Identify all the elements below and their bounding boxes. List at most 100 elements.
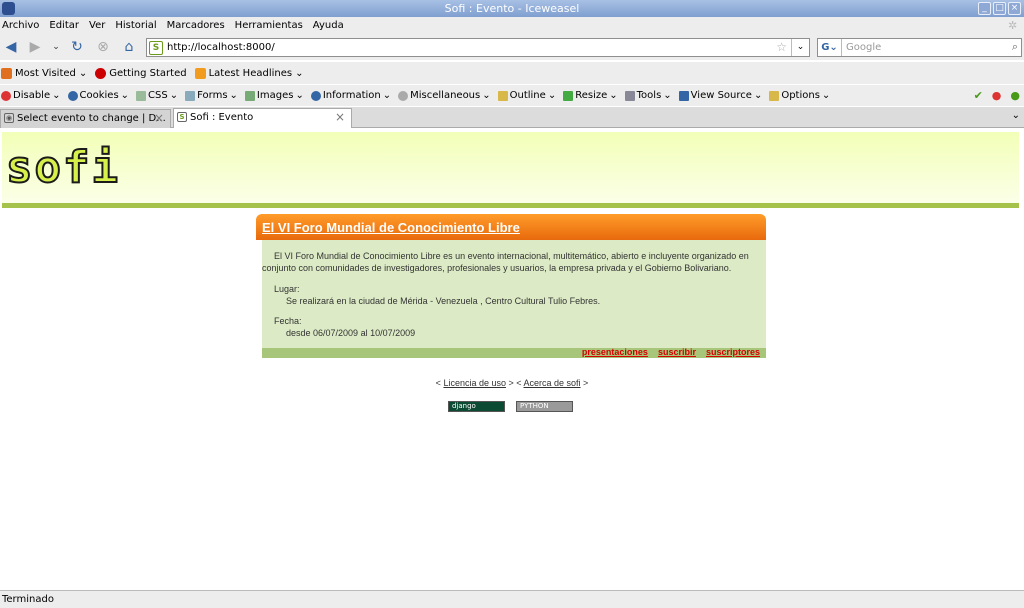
url-text[interactable]: http://localhost:8000/	[167, 42, 275, 53]
presentaciones-link[interactable]: presentaciones	[582, 347, 648, 357]
outline-pencil-icon	[497, 90, 508, 101]
webdev-disable[interactable]: Disable ⌄	[1, 90, 61, 101]
miscellaneous-icon	[398, 90, 409, 101]
bookmark-label: Latest Headlines	[208, 67, 293, 79]
webdev-label: View Source	[690, 90, 752, 101]
throbber-icon: ✲	[1008, 19, 1018, 32]
tab-favicon-icon: S	[177, 112, 187, 122]
home-icon[interactable]: ⌂	[120, 38, 138, 56]
lugar-label: Lugar:	[274, 284, 300, 294]
acerca-link[interactable]: Acerca de sofi	[524, 378, 581, 388]
licencia-link[interactable]: Licencia de uso	[443, 378, 506, 388]
rss-icon	[194, 67, 206, 79]
css-valid-check-icon[interactable]: ✔	[974, 89, 983, 102]
menu-marcadores[interactable]: Marcadores	[167, 20, 225, 31]
tab-label: Select evento to change | D...	[17, 113, 166, 124]
tab-select-evento[interactable]: ◉ Select evento to change | D... ×	[0, 109, 171, 128]
python-badge[interactable]: PYTHON	[516, 401, 573, 412]
search-placeholder[interactable]: Google	[846, 42, 881, 53]
disable-icon	[1, 90, 11, 101]
webdev-information[interactable]: Information ⌄	[310, 90, 391, 101]
search-bar[interactable]: G⌄ Google ⌕	[817, 38, 1022, 57]
webdev-label: Outline	[509, 90, 546, 101]
event-description: El VI Foro Mundial de Conocimiento Libre…	[262, 251, 749, 273]
webdev-miscellaneous[interactable]: Miscellaneous ⌄	[398, 90, 491, 101]
menu-historial[interactable]: Historial	[115, 20, 156, 31]
maximize-icon[interactable]: □	[993, 2, 1006, 15]
webdev-view-source[interactable]: View Source ⌄	[678, 90, 762, 101]
webdev-label: Tools	[636, 90, 662, 101]
resize-icon	[563, 90, 574, 101]
tab-list-chevron-icon[interactable]: ⌄	[1012, 110, 1020, 121]
django-badge[interactable]: django POWERED	[448, 401, 505, 419]
menu-ver[interactable]: Ver	[89, 20, 105, 31]
window-title: Sofi : Evento - Iceweasel	[444, 2, 580, 15]
site-banner: sofi	[2, 132, 1019, 208]
tab-close-icon[interactable]: ×	[154, 110, 164, 127]
error-icon[interactable]: ●	[992, 89, 1002, 102]
webdev-resize[interactable]: Resize ⌄	[563, 90, 618, 101]
fecha-value: desde 06/07/2009 al 10/07/2009	[286, 328, 416, 338]
menu-herramientas[interactable]: Herramientas	[235, 20, 303, 31]
footer-links: < Licencia de uso > < Acerca de sofi >	[435, 378, 589, 388]
validation-status: ✔ ● ●	[974, 89, 1020, 102]
bookmark-label: Most Visited	[15, 67, 76, 79]
bookmark-star-icon[interactable]: ☆	[776, 40, 787, 54]
tab-close-icon[interactable]: ×	[335, 109, 345, 126]
site-favicon-icon: S	[149, 40, 163, 55]
information-icon	[310, 90, 321, 101]
url-dropdown-icon[interactable]: ⌄	[791, 39, 809, 56]
tools-wrench-icon	[624, 90, 635, 101]
minimize-icon[interactable]: _	[978, 2, 991, 15]
search-engine-icon[interactable]: G⌄	[818, 39, 842, 56]
suscribir-link[interactable]: suscribir	[658, 347, 696, 357]
forward-arrow-icon[interactable]: ▶	[26, 38, 44, 56]
webdev-cookies[interactable]: Cookies ⌄	[67, 90, 129, 101]
webdev-label: Cookies	[79, 90, 119, 101]
html-valid-icon[interactable]: ●	[1010, 89, 1020, 102]
fecha-label: Fecha:	[274, 316, 302, 326]
stop-icon[interactable]: ⊗	[94, 38, 112, 56]
menu-ayuda[interactable]: Ayuda	[313, 20, 344, 31]
navigation-toolbar: ◀ ▶ ⌄ ↻ ⊗ ⌂ S http://localhost:8000/ ☆ ⌄…	[0, 34, 1024, 60]
webdev-label: CSS	[148, 90, 168, 101]
forms-icon	[185, 90, 196, 101]
event-body: El VI Foro Mundial de Conocimiento Libre…	[262, 240, 766, 348]
bookmark-label: Getting Started	[109, 67, 187, 79]
webdev-label: Options	[781, 90, 820, 101]
tab-sofi-evento[interactable]: S Sofi : Evento ×	[173, 108, 352, 129]
webdev-label: Resize	[575, 90, 608, 101]
event-header: El VI Foro Mundial de Conocimiento Libre	[256, 214, 766, 240]
menu-archivo[interactable]: Archivo	[2, 20, 39, 31]
back-arrow-icon[interactable]: ◀	[2, 38, 20, 56]
bookmark-getting-started[interactable]: Getting Started	[95, 67, 187, 79]
sofi-logo[interactable]: sofi	[5, 145, 120, 191]
cookies-icon	[67, 90, 78, 101]
history-dropdown-icon[interactable]: ⌄	[47, 38, 65, 56]
menu-editar[interactable]: Editar	[49, 20, 79, 31]
window-controls: _ □ ×	[978, 2, 1021, 15]
webdev-label: Forms	[197, 90, 228, 101]
url-bar[interactable]: S http://localhost:8000/ ☆ ⌄	[146, 38, 810, 57]
webdev-forms[interactable]: Forms ⌄	[185, 90, 238, 101]
bookmark-latest-headlines[interactable]: Latest Headlines ⌄	[194, 67, 303, 79]
tab-label: Sofi : Evento	[190, 112, 254, 123]
webdev-options[interactable]: Options ⌄	[769, 90, 830, 101]
webdev-label: Images	[256, 90, 294, 101]
reload-icon[interactable]: ↻	[68, 38, 86, 56]
webdev-images[interactable]: Images ⌄	[244, 90, 304, 101]
webdev-css[interactable]: CSS ⌄	[136, 90, 178, 101]
event-card: El VI Foro Mundial de Conocimiento Libre…	[256, 214, 766, 358]
tab-favicon-icon: ◉	[4, 113, 14, 123]
menubar: Archivo Editar Ver Historial Marcadores …	[0, 17, 1024, 34]
bookmark-most-visited[interactable]: Most Visited ⌄	[1, 67, 87, 79]
page-content: sofi El VI Foro Mundial de Conocimiento …	[0, 128, 1024, 590]
webdev-outline[interactable]: Outline ⌄	[497, 90, 556, 101]
close-icon[interactable]: ×	[1008, 2, 1021, 15]
search-icon[interactable]: ⌕	[1012, 40, 1018, 54]
event-title-link[interactable]: El VI Foro Mundial de Conocimiento Libre	[262, 220, 520, 235]
images-icon	[244, 90, 255, 101]
bug-icon	[95, 67, 107, 79]
webdev-tools[interactable]: Tools ⌄	[624, 90, 672, 101]
suscriptores-link[interactable]: suscriptores	[706, 347, 760, 357]
